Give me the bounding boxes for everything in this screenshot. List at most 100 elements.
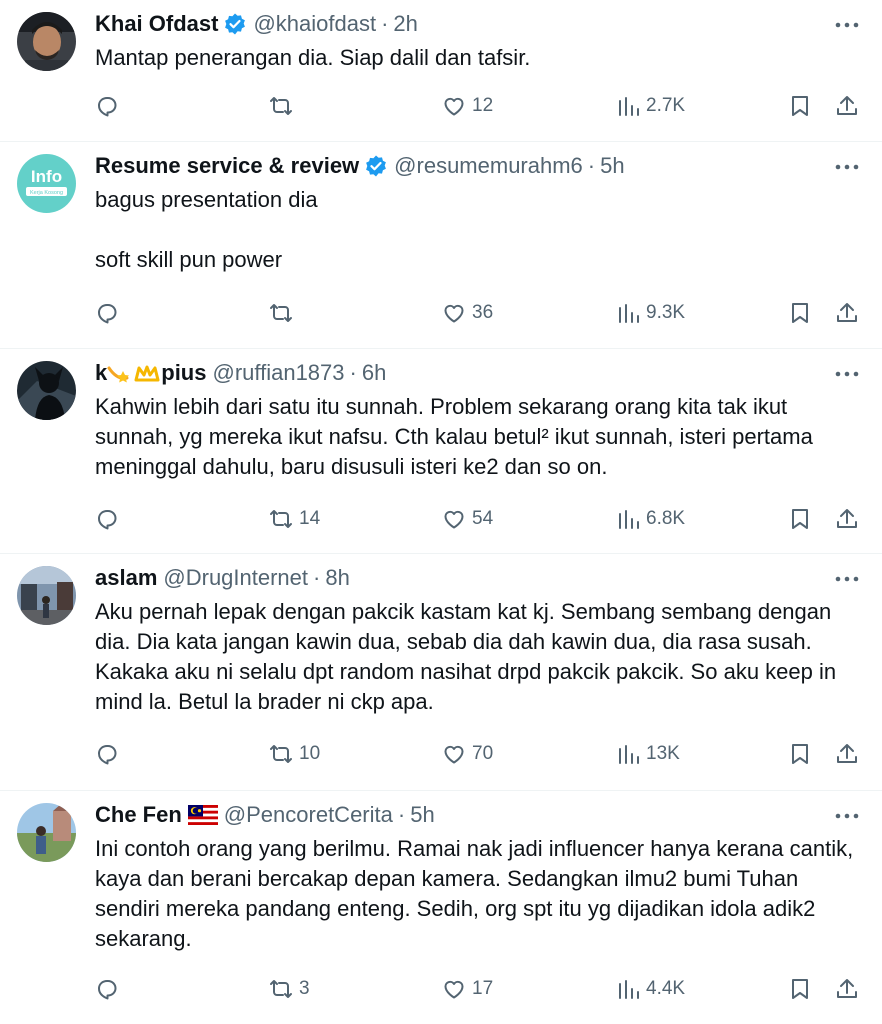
tweet-header: Resume service & review @resumemurahm6 ·… xyxy=(95,150,862,182)
separator-dot: · xyxy=(349,360,357,385)
display-name[interactable]: Resume service & review xyxy=(95,153,359,179)
display-name[interactable]: Che Fen xyxy=(95,802,182,828)
avatar[interactable] xyxy=(17,361,76,420)
separator-dot: · xyxy=(397,802,406,827)
timestamp[interactable]: 5h xyxy=(410,802,434,828)
verified-badge-icon xyxy=(225,13,246,35)
bookmark-button[interactable] xyxy=(788,94,812,118)
share-button[interactable] xyxy=(835,742,859,766)
tweet-header: Che Fen @PencoretCerita · 5h xyxy=(95,799,862,831)
like-button[interactable]: 70 xyxy=(442,742,493,766)
user-handle[interactable]: @resumemurahm6 xyxy=(394,153,583,179)
tweet-text: Kahwin lebih dari satu itu sunnah. Probl… xyxy=(95,394,819,479)
reply-button[interactable] xyxy=(95,742,125,766)
views-button[interactable]: 2.7K xyxy=(616,94,685,118)
display-name[interactable]: Khai Ofdast xyxy=(95,11,218,37)
display-name[interactable]: k pius xyxy=(95,360,206,386)
like-button[interactable]: 36 xyxy=(442,301,493,325)
like-icon xyxy=(444,745,464,764)
user-handle[interactable]: @ruffian1873 xyxy=(212,360,344,386)
more-icon[interactable] xyxy=(832,12,862,38)
retweet-count: 14 xyxy=(299,508,321,529)
separator-dot: · xyxy=(587,153,596,178)
like-button[interactable]: 54 xyxy=(442,507,493,531)
retweet-button[interactable] xyxy=(269,301,299,325)
timestamp[interactable]: 2h xyxy=(393,11,417,37)
tweet-text: Mantap penerangan dia. Siap dalil dan ta… xyxy=(95,45,531,70)
bookmark-icon xyxy=(792,744,808,764)
retweet-icon xyxy=(270,97,292,115)
like-count: 12 xyxy=(472,95,494,116)
avatar[interactable] xyxy=(17,566,76,625)
timestamp[interactable]: 8h xyxy=(325,565,349,591)
avatar[interactable] xyxy=(17,803,76,862)
views-button[interactable]: 13K xyxy=(616,742,680,766)
malaysia-flag-icon xyxy=(187,805,218,825)
bookmark-button[interactable] xyxy=(788,977,812,1001)
views-icon xyxy=(619,510,639,529)
retweet-button[interactable]: 3 xyxy=(269,977,310,1001)
reply-button[interactable] xyxy=(95,507,125,531)
tweet[interactable]: Che Fen @PencoretCerita · 5h Ini contoh … xyxy=(0,791,882,1024)
like-count: 54 xyxy=(472,508,494,529)
avatar[interactable] xyxy=(17,12,76,71)
reply-button[interactable] xyxy=(95,977,125,1001)
retweet-count: 10 xyxy=(299,743,321,764)
share-button[interactable] xyxy=(835,301,859,325)
views-count: 6.8K xyxy=(646,508,686,529)
reply-button[interactable] xyxy=(95,301,125,325)
retweet-button[interactable]: 10 xyxy=(269,742,320,766)
retweet-button[interactable] xyxy=(269,94,299,118)
views-button[interactable]: 6.8K xyxy=(616,507,685,531)
separator-dot: · xyxy=(313,565,321,590)
user-handle[interactable]: @PencoretCerita xyxy=(224,802,393,828)
display-name[interactable]: aslam xyxy=(95,565,157,591)
more-icon[interactable] xyxy=(832,361,862,387)
action-bar: 3 17 4.4K xyxy=(95,973,864,1005)
views-button[interactable]: 4.4K xyxy=(616,977,685,1001)
like-icon xyxy=(444,980,464,999)
more-icon[interactable] xyxy=(832,566,862,592)
like-button[interactable]: 12 xyxy=(442,94,493,118)
retweet-count: 3 xyxy=(299,978,310,999)
bookmark-icon xyxy=(792,303,808,323)
tweet[interactable]: Khai Ofdast @khaiofdast · 2h Mantap pene… xyxy=(0,0,882,142)
bookmark-button[interactable] xyxy=(788,301,812,325)
bookmark-button[interactable] xyxy=(788,742,812,766)
more-icon[interactable] xyxy=(832,803,862,829)
views-icon xyxy=(619,304,639,323)
share-icon xyxy=(837,979,857,998)
reply-button[interactable] xyxy=(95,94,125,118)
tweet-header: k pius @ruffian1873 · 6h xyxy=(95,357,862,389)
like-icon xyxy=(444,97,464,116)
timestamp[interactable]: 5h xyxy=(600,153,624,179)
tweet[interactable]: k pius @ruffian1873 · 6h Kahwin lebih dar… xyxy=(0,349,882,554)
action-bar: 36 9.3K xyxy=(95,297,864,329)
share-button[interactable] xyxy=(835,507,859,531)
bookmark-button[interactable] xyxy=(788,507,812,531)
views-button[interactable]: 9.3K xyxy=(616,301,685,325)
tweet-text: bagus presentation dia soft skill pun po… xyxy=(95,187,318,272)
retweet-icon xyxy=(270,510,292,528)
like-icon xyxy=(444,510,464,529)
retweet-button[interactable]: 14 xyxy=(269,507,320,531)
views-count: 4.4K xyxy=(646,978,686,999)
share-icon xyxy=(837,744,857,763)
like-button[interactable]: 17 xyxy=(442,977,493,1001)
views-icon xyxy=(619,97,639,116)
timestamp[interactable]: 6h xyxy=(362,360,386,386)
user-handle[interactable]: @DrugInternet xyxy=(163,565,308,591)
bookmark-icon xyxy=(792,509,808,529)
like-icon xyxy=(444,304,464,323)
share-button[interactable] xyxy=(835,977,859,1001)
user-handle[interactable]: @khaiofdast xyxy=(253,11,376,37)
like-count: 36 xyxy=(472,302,494,323)
tweet[interactable]: Info Kerja Kosong Resume service & revie… xyxy=(0,142,882,349)
tweet-text: Aku pernah lepak dengan pakcik kastam ka… xyxy=(95,599,843,714)
retweet-icon xyxy=(270,980,292,998)
avatar[interactable]: Info Kerja Kosong xyxy=(17,154,76,213)
share-button[interactable] xyxy=(835,94,859,118)
more-icon[interactable] xyxy=(832,154,862,180)
tweet[interactable]: aslam @DrugInternet · 8h Aku pernah lepa… xyxy=(0,554,882,791)
shooting-star-emoji-icon xyxy=(107,366,130,383)
